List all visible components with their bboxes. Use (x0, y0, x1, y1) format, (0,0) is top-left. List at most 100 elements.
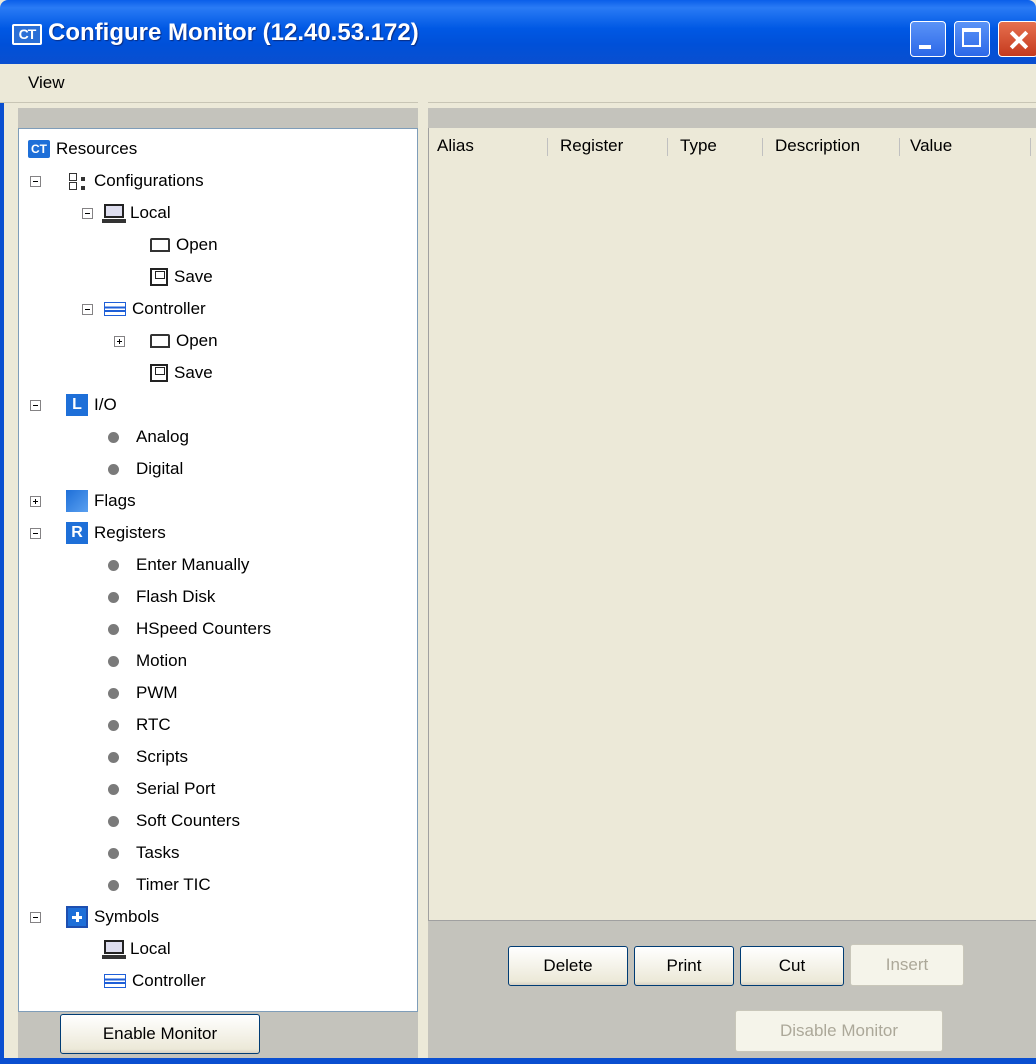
bullet-icon (108, 559, 119, 571)
tree-register-item[interactable]: Enter Manually (104, 551, 249, 579)
save-icon (150, 364, 168, 382)
column-separator[interactable] (1030, 138, 1031, 156)
symbols-icon (66, 906, 88, 928)
tree-register-item[interactable]: HSpeed Counters (104, 615, 271, 643)
tree-register-item[interactable]: PWM (104, 679, 178, 707)
column-header-description[interactable]: Description (775, 136, 860, 156)
delete-button[interactable]: Delete (508, 946, 628, 986)
enable-monitor-button[interactable]: Enable Monitor (60, 1014, 260, 1054)
tree-symbols-controller-label: Controller (132, 971, 206, 990)
tree-local[interactable]: Local (102, 199, 171, 227)
tree-register-item[interactable]: Flash Disk (104, 583, 215, 611)
collapse-io-toggle[interactable] (30, 400, 41, 411)
bullet-icon (108, 655, 119, 667)
column-header-type[interactable]: Type (680, 136, 717, 156)
configurations-icon (66, 171, 88, 191)
tree-flags[interactable]: Flags (66, 487, 136, 515)
tree-local-open-label: Open (176, 235, 218, 254)
collapse-configurations-toggle[interactable] (30, 176, 41, 187)
tree-register-item-label: PWM (136, 683, 178, 702)
tree-symbols-controller[interactable]: Controller (104, 967, 206, 995)
right-pane-footer (428, 920, 1036, 1059)
tree-registers[interactable]: R Registers (66, 519, 166, 547)
tree-register-item[interactable]: Tasks (104, 839, 179, 867)
tree-local-save[interactable]: Save (150, 263, 213, 291)
bullet-icon (108, 815, 119, 827)
tree-register-item-label: Scripts (136, 747, 188, 766)
tree-register-item[interactable]: RTC (104, 711, 171, 739)
tree-root-label: Resources (56, 139, 138, 158)
column-separator[interactable] (667, 138, 668, 156)
collapse-local-toggle[interactable] (82, 208, 93, 219)
insert-button[interactable]: Insert (850, 944, 964, 986)
collapse-registers-toggle[interactable] (30, 528, 41, 539)
disable-monitor-button[interactable]: Disable Monitor (735, 1010, 943, 1052)
tree-register-item-label: Enter Manually (136, 555, 250, 574)
io-icon: L (66, 394, 88, 416)
tree-registers-label: Registers (94, 523, 166, 542)
expand-flags-toggle[interactable] (30, 496, 41, 507)
tree-register-item[interactable]: Soft Counters (104, 807, 240, 835)
bullet-icon (108, 719, 119, 731)
tree-configurations-label: Configurations (94, 171, 204, 190)
tree-configurations[interactable]: Configurations (66, 167, 204, 195)
bullet-icon (108, 463, 119, 475)
expand-controller-open-toggle[interactable] (114, 336, 125, 347)
cut-button[interactable]: Cut (740, 946, 844, 986)
column-header-alias[interactable]: Alias (437, 136, 474, 156)
tree-register-item-label: Motion (136, 651, 188, 670)
tree-analog-label: Analog (136, 427, 189, 446)
column-separator[interactable] (547, 138, 548, 156)
tree-local-label: Local (130, 203, 171, 222)
tree-register-item-label: Serial Port (136, 779, 216, 798)
pane-splitter[interactable] (418, 102, 428, 1058)
computer-icon (102, 940, 126, 959)
column-header-value[interactable]: Value (910, 136, 952, 156)
monitor-grid[interactable] (428, 128, 1036, 920)
column-separator[interactable] (762, 138, 763, 156)
bullet-icon (108, 751, 119, 763)
tree-register-item-label: Tasks (136, 843, 180, 862)
app-icon[interactable]: CT (12, 24, 42, 45)
tree-register-item-label: HSpeed Counters (136, 619, 272, 638)
tree-local-open[interactable]: Open (150, 231, 218, 259)
tree-register-item-label: Soft Counters (136, 811, 240, 830)
title-bar[interactable]: CT Configure Monitor (12.40.53.172) (0, 0, 1036, 64)
tree-symbols[interactable]: Symbols (66, 903, 159, 931)
tree-symbols-local[interactable]: Local (102, 935, 171, 963)
tree-digital-label: Digital (136, 459, 184, 478)
tree-register-item[interactable]: Serial Port (104, 775, 215, 803)
tree-digital[interactable]: Digital (104, 455, 183, 483)
tree-root[interactable]: CT Resources (28, 135, 137, 163)
tree-register-item[interactable]: Scripts (104, 743, 188, 771)
tree-analog[interactable]: Analog (104, 423, 189, 451)
tree-register-item[interactable]: Motion (104, 647, 187, 675)
tree-io[interactable]: L I/O (66, 391, 117, 419)
collapse-symbols-toggle[interactable] (30, 912, 41, 923)
bullet-icon (108, 591, 119, 603)
bullet-icon (108, 431, 119, 443)
tree-register-item-label: Timer TIC (136, 875, 211, 894)
tree-register-item[interactable]: Timer TIC (104, 871, 211, 899)
tree-controller-open-label: Open (176, 331, 218, 350)
bullet-icon (108, 783, 119, 795)
tree-controller-open[interactable]: Open (150, 327, 218, 355)
window-frame-bottom (0, 1058, 1036, 1064)
folder-open-icon (150, 334, 170, 348)
close-button[interactable] (998, 21, 1036, 57)
save-icon (150, 268, 168, 286)
tree-register-item-label: RTC (136, 715, 171, 734)
maximize-button[interactable] (954, 21, 990, 57)
bullet-icon (108, 879, 119, 891)
window-frame-left (0, 64, 4, 1064)
tree-controller[interactable]: Controller (104, 295, 206, 323)
minimize-button[interactable] (910, 21, 946, 57)
menu-view[interactable]: View (28, 73, 65, 93)
ct-logo-icon: CT (28, 140, 50, 158)
column-separator[interactable] (899, 138, 900, 156)
print-button[interactable]: Print (634, 946, 734, 986)
tree-local-save-label: Save (174, 267, 213, 286)
collapse-controller-toggle[interactable] (82, 304, 93, 315)
tree-controller-save[interactable]: Save (150, 359, 213, 387)
column-header-register[interactable]: Register (560, 136, 623, 156)
